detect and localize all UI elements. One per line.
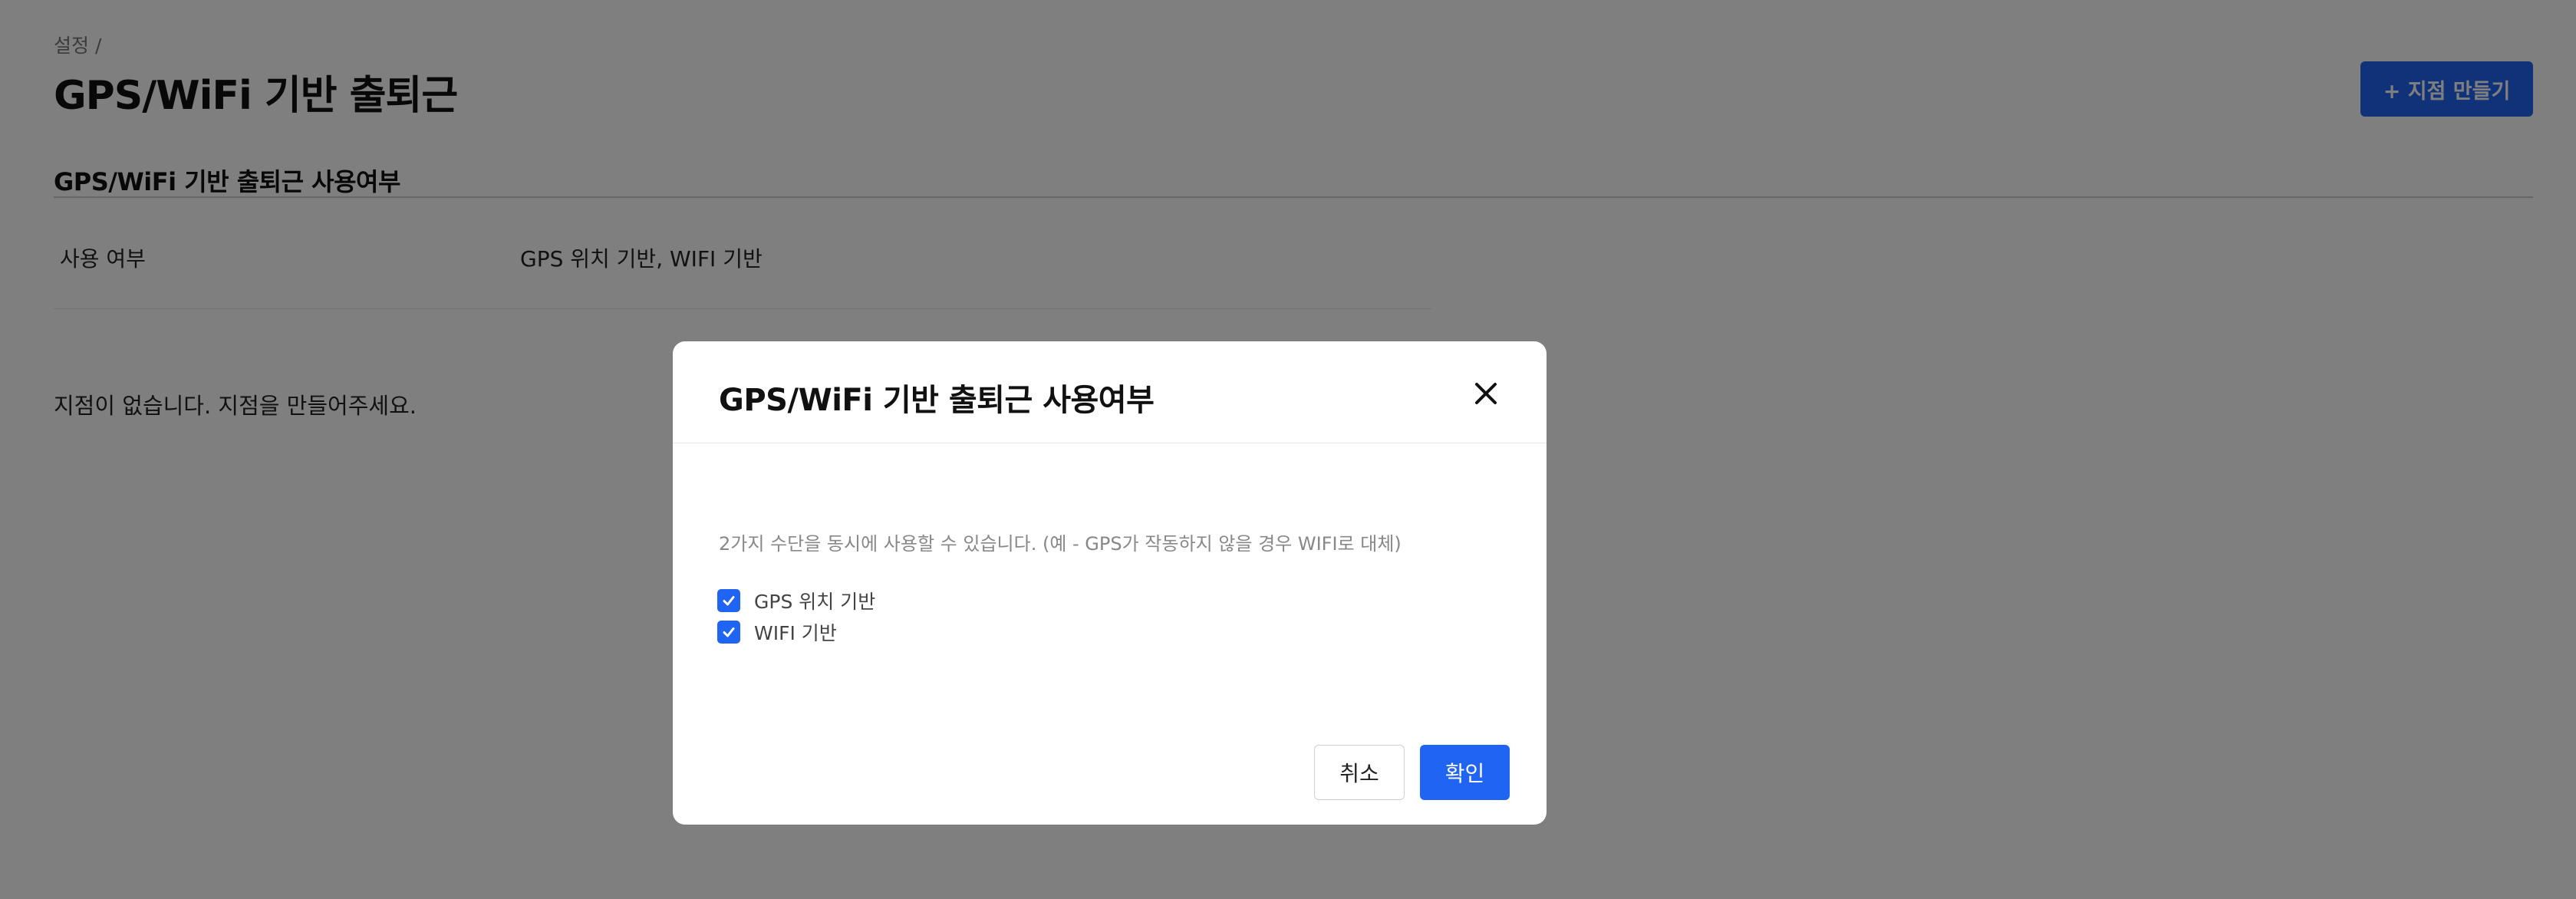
cancel-button[interactable]: 취소: [1314, 745, 1405, 800]
check-icon: [723, 627, 735, 637]
gps-checkbox[interactable]: [717, 589, 740, 612]
confirm-button[interactable]: 확인: [1420, 745, 1510, 800]
check-icon: [723, 596, 735, 606]
gps-option-label: GPS 위치 기반: [754, 591, 876, 613]
close-icon[interactable]: [1463, 370, 1509, 417]
wifi-checkbox[interactable]: [717, 621, 740, 644]
usage-settings-modal: GPS/WiFi 기반 출퇴근 사용여부 2가지 수단을 동시에 사용할 수 있…: [673, 341, 1547, 825]
gps-option[interactable]: GPS 위치 기반: [717, 588, 875, 614]
wifi-option[interactable]: WIFI 기반: [717, 619, 837, 645]
modal-title: GPS/WiFi 기반 출퇴근 사용여부: [719, 383, 1155, 418]
modal-description: 2가지 수단을 동시에 사용할 수 있습니다. (예 - GPS가 작동하지 않…: [719, 533, 1402, 555]
wifi-option-label: WIFI 기반: [754, 622, 837, 644]
